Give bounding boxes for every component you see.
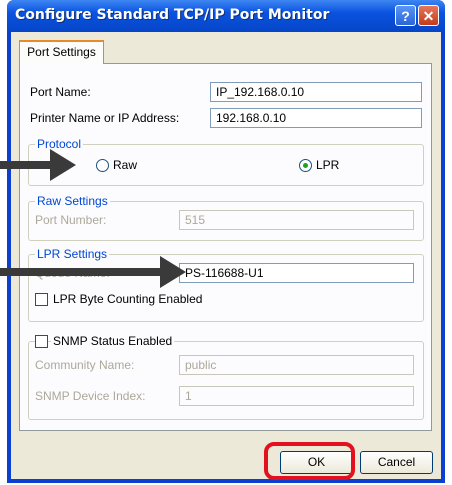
queue-name-field[interactable]: PS-116688-U1 — [179, 263, 414, 283]
window-title: Configure Standard TCP/IP Port Monitor — [15, 7, 330, 23]
lpr-byte-counting-label[interactable]: LPR Byte Counting Enabled — [53, 292, 202, 306]
community-name-field[interactable]: public — [179, 355, 414, 375]
protocol-group: Protocol Raw LPR — [28, 137, 424, 186]
cancel-button[interactable]: Cancel — [360, 451, 433, 474]
printer-address-field[interactable]: 192.168.0.10 — [210, 108, 422, 128]
port-number-field[interactable]: 515 — [179, 210, 414, 230]
port-number-label: Port Number: — [35, 213, 107, 227]
snmp-status-checkbox[interactable] — [35, 335, 48, 348]
raw-radio-label[interactable]: Raw — [113, 158, 137, 172]
help-button[interactable]: ? — [395, 5, 416, 26]
title-bar[interactable]: Configure Standard TCP/IP Port Monitor ?… — [7, 0, 445, 32]
port-name-field[interactable]: IP_192.168.0.10 — [210, 82, 422, 102]
tab-panel: Port Name: IP_192.168.0.10 Printer Name … — [19, 63, 432, 431]
raw-settings-group: Raw Settings Port Number: 515 — [28, 194, 424, 241]
ok-button-highlight — [264, 442, 355, 480]
snmp-group: SNMP Status Enabled Community Name: publ… — [28, 334, 424, 420]
raw-settings-label: Raw Settings — [35, 194, 110, 208]
dialog-window: Configure Standard TCP/IP Port Monitor ?… — [7, 0, 445, 483]
community-name-label: Community Name: — [35, 358, 135, 372]
raw-radio[interactable] — [96, 159, 109, 172]
port-name-label: Port Name: — [30, 85, 91, 99]
queue-name-arrow-icon — [0, 256, 186, 288]
lpr-radio-label[interactable]: LPR — [316, 158, 339, 172]
lpr-radio[interactable] — [299, 159, 312, 172]
snmp-device-index-field[interactable]: 1 — [179, 386, 414, 406]
lpr-byte-counting-checkbox[interactable] — [35, 293, 48, 306]
snmp-status-label[interactable]: SNMP Status Enabled — [51, 334, 175, 348]
tab-port-settings[interactable]: Port Settings — [19, 40, 104, 64]
snmp-device-index-label: SNMP Device Index: — [35, 389, 146, 403]
protocol-arrow-icon — [0, 149, 76, 181]
close-button[interactable]: ✕ — [418, 5, 439, 26]
printer-address-label: Printer Name or IP Address: — [30, 111, 180, 125]
